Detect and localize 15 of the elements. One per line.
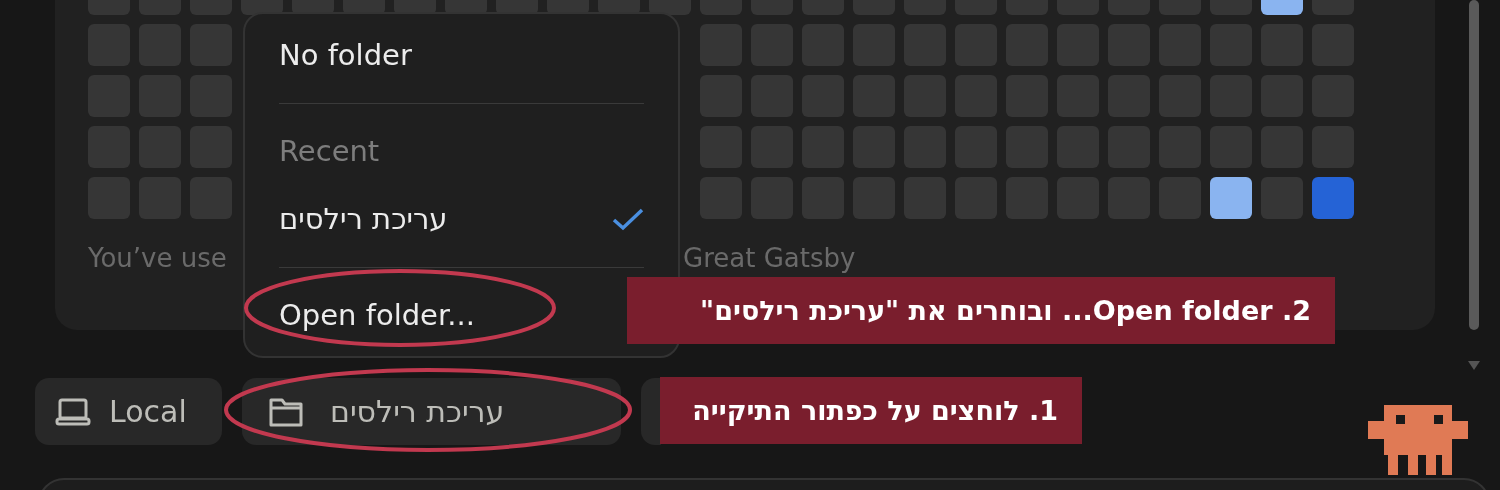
caption-text: Great Gatsby	[683, 243, 856, 273]
annotation-label: 2. Open folder... ובוחרים את "עריכת רילסים"	[627, 277, 1335, 344]
toolbar-button[interactable]	[641, 378, 661, 445]
menu-section-label: Recent	[279, 133, 381, 170]
creature-icon	[1368, 405, 1468, 475]
caption-text: You’ve use	[88, 243, 227, 273]
scrollbar-thumb[interactable]	[1469, 0, 1479, 330]
laptop-icon	[55, 396, 91, 427]
menu-item[interactable]: Open folder...	[279, 298, 475, 332]
scroll-down-icon[interactable]	[1468, 361, 1480, 370]
annotation-label: 1. לוחצים על כפתור התיקייה	[660, 377, 1082, 444]
laptop-button[interactable]: Local	[35, 378, 222, 445]
folder-button[interactable]: עריכת רילסים	[242, 378, 621, 445]
menu-item[interactable]: No folder	[279, 21, 644, 89]
menu-item[interactable]: עריכת רילסים	[279, 185, 644, 253]
